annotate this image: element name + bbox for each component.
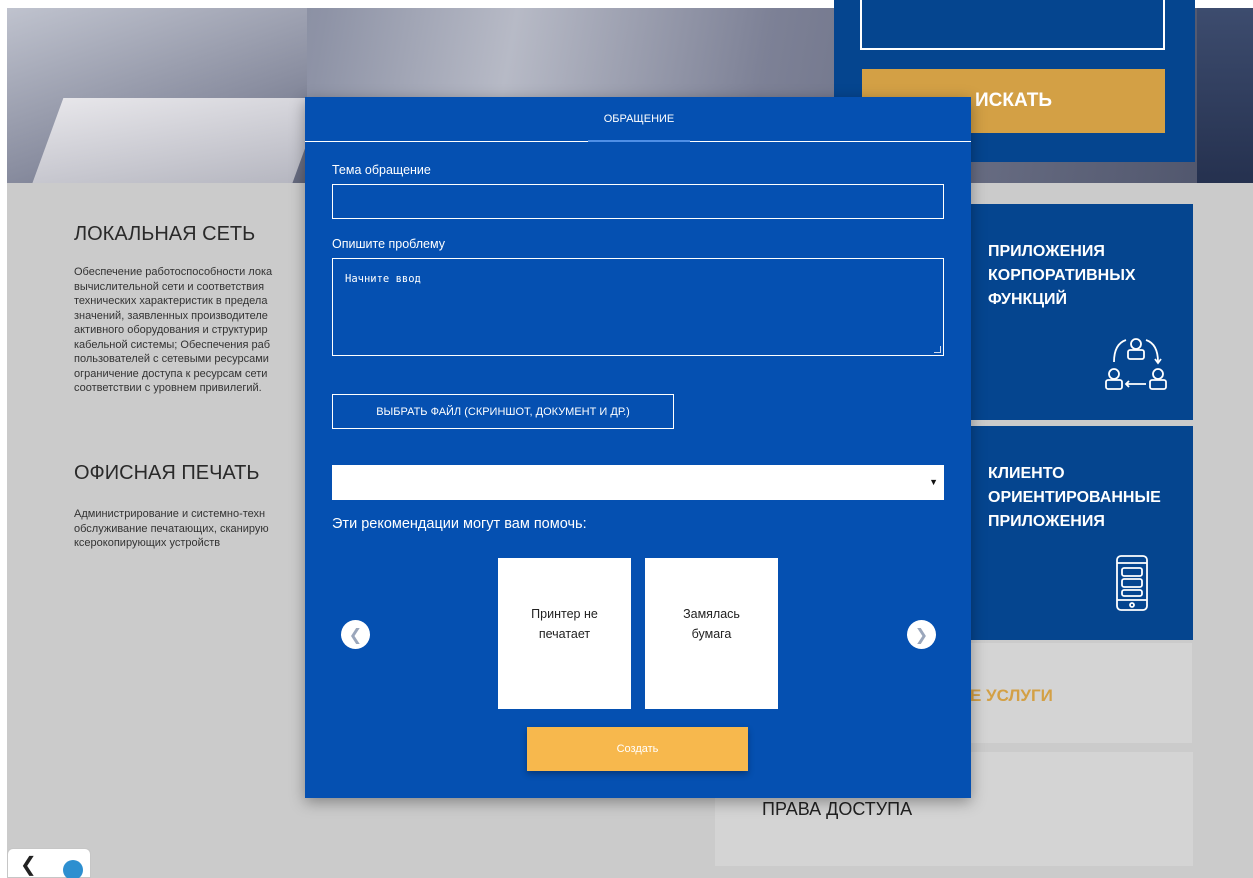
problem-label: Опишите проблему [332,237,445,251]
carousel-next-icon[interactable]: ❯ [907,620,936,649]
text-line: Администрирование и системно-техн [74,508,266,520]
create-button[interactable]: Создать [527,727,748,771]
tile-title-line: ПРИЛОЖЕНИЯ [988,513,1105,530]
left-edge [0,0,7,878]
hero-image-box [30,98,324,183]
modal-tab-bar: ОБРАЩЕНИЕ [305,97,971,142]
tile-client-apps[interactable]: КЛИЕНТО ОРИЕНТИРОВАННЫЕ ПРИЛОЖЕНИЯ [970,426,1193,640]
carousel-prev-icon[interactable]: ❮ [341,620,370,649]
text-line: обслуживание печатающих, сканирую [74,522,269,535]
resize-grip-icon[interactable] [934,346,941,353]
tile-title: КЛИЕНТО ОРИЕНТИРОВАННЫЕ ПРИЛОЖЕНИЯ [988,462,1188,534]
recommendation-text: Принтер не [531,607,598,621]
section-text-local-network: Обеспечение работоспособности лока вычис… [74,265,272,396]
tab-request[interactable]: ОБРАЩЕНИЕ [588,97,690,142]
tile-title: ПРИЛОЖЕНИЯ КОРПОРАТИВНЫХ ФУНКЦИЙ [988,240,1188,312]
section-text-office-printing: Администрирование и системно-техн обслуж… [74,507,269,551]
section-title-local-network: ЛОКАЛЬНАЯ СЕТЬ [74,223,256,245]
text-line: кабельной системы; Обеспечения раб [74,338,271,351]
tile-corporate-apps[interactable]: ПРИЛОЖЕНИЯ КОРПОРАТИВНЫХ ФУНКЦИЙ [970,204,1193,420]
tile-title-line: ФУНКЦИЙ [988,291,1068,308]
text-line: вычислительной сети и соответствия [74,280,265,293]
text-line: соответствии с уровнем привилегий. [74,382,262,394]
subject-label: Тема обращение [332,163,431,177]
telegram-icon[interactable] [63,860,83,878]
recommendation-text: печатает [538,627,591,641]
recommendation-text: бумага [691,627,732,641]
tile-title-line: ОРИЕНТИРОВАННЫЕ [988,489,1161,506]
search-input[interactable] [860,0,1165,50]
search-button-label: ИСКАТЬ [974,90,1052,111]
services-label: Е УСЛУГИ [970,686,1053,705]
choose-file-button[interactable]: ВЫБРАТЬ ФАЙЛ (СКРИНШОТ, ДОКУМЕНТ И ДР.) [332,394,674,429]
back-arrow-icon[interactable]: ❮ [20,855,37,875]
text-line: Обеспечение работоспособности лока [74,266,273,278]
text-line: технических характеристик в предела [74,295,268,307]
category-select[interactable]: ▼ [332,465,944,500]
section-title-office-printing: ОФИСНАЯ ПЕЧАТЬ [74,462,260,484]
text-line: ограничение доступа к ресурсам сети [74,367,268,380]
hero-image-right [1197,8,1253,183]
request-modal: ОБРАЩЕНИЕ Тема обращение Опишите проблем… [305,97,971,798]
text-line: пользователей с сетевыми ресурсами [74,353,269,365]
subject-input[interactable] [332,184,944,219]
bottom-toolbar: ❮ [7,848,91,878]
access-rights-label: ПРАВА ДОСТУПА [762,799,913,819]
problem-textarea[interactable]: Начните ввод [332,258,944,356]
recommendation-card[interactable]: Замялась бумага [645,558,778,709]
text-line: значений, заявленных производителе [74,309,268,322]
tile-title-line: КОРПОРАТИВНЫХ [988,267,1136,284]
people-exchange-icon [1105,338,1167,390]
recommendation-card[interactable]: Принтер не печатает [498,558,631,709]
text-line: ксерокопирующих устройств [74,537,221,549]
text-line: активного оборудования и структурир [74,324,268,336]
recommendations-label: Эти рекомендации могут вам помочь: [332,516,587,532]
mobile-chat-icon [1116,555,1148,611]
problem-placeholder: Начните ввод [345,273,421,285]
tile-title-line: ПРИЛОЖЕНИЯ [988,243,1105,260]
tile-title-line: КЛИЕНТО [988,465,1065,482]
recommendation-text: Замялась [683,607,740,621]
dropdown-arrow-icon: ▼ [929,477,938,487]
